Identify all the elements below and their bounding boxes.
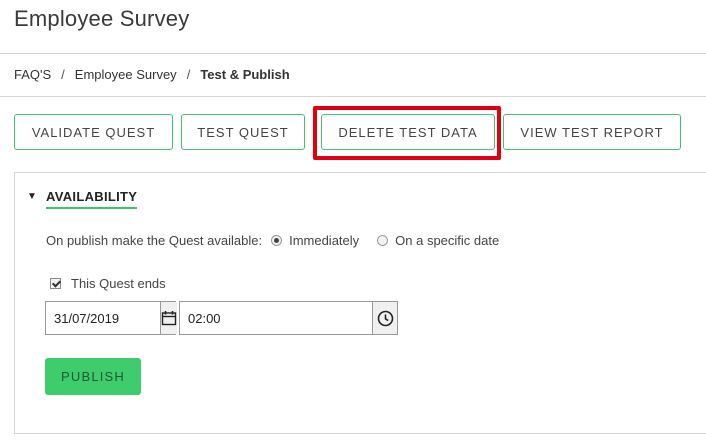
breadcrumb-separator: / [186, 67, 191, 82]
end-date-input[interactable] [46, 302, 160, 334]
breadcrumb-item-current: Test & Publish [200, 67, 290, 82]
availability-section-title[interactable]: AVAILABILITY [46, 189, 138, 209]
header-divider [0, 53, 706, 54]
breadcrumb-separator: / [61, 67, 65, 82]
publish-button[interactable]: PUBLISH [45, 358, 141, 395]
breadcrumb-divider [0, 96, 706, 97]
radio-specific-date-label[interactable]: On a specific date [395, 233, 499, 248]
collapse-triangle-icon[interactable]: ▼ [27, 191, 37, 202]
view-test-report-button[interactable]: VIEW TEST REPORT [503, 114, 681, 150]
delete-test-data-button[interactable]: DELETE TEST DATA [321, 114, 495, 150]
test-quest-button[interactable]: TEST QUEST [181, 114, 305, 150]
quest-ends-row: This Quest ends [50, 276, 166, 291]
quest-ends-label[interactable]: This Quest ends [71, 276, 166, 291]
availability-row: On publish make the Quest available: Imm… [46, 233, 499, 248]
radio-immediately-label[interactable]: Immediately [289, 233, 359, 248]
end-time-group [179, 301, 398, 335]
breadcrumb-item-survey[interactable]: Employee Survey [75, 67, 177, 82]
publish-availability-label: On publish make the Quest available: [46, 233, 263, 248]
quest-ends-checkbox[interactable] [50, 278, 61, 289]
calendar-icon[interactable] [160, 302, 177, 334]
availability-panel: ▼ AVAILABILITY On publish make the Quest… [14, 172, 706, 434]
radio-immediately[interactable] [271, 235, 283, 246]
breadcrumb-item-faqs[interactable]: FAQ'S [14, 67, 51, 82]
end-date-group [45, 301, 177, 335]
page-title: Employee Survey [14, 6, 190, 31]
radio-specific-date[interactable] [377, 235, 389, 246]
validate-quest-button[interactable]: VALIDATE QUEST [14, 114, 173, 150]
breadcrumb: FAQ'S / Employee Survey / Test & Publish [14, 67, 290, 82]
clock-icon[interactable] [372, 302, 397, 334]
end-time-input[interactable] [180, 302, 372, 334]
